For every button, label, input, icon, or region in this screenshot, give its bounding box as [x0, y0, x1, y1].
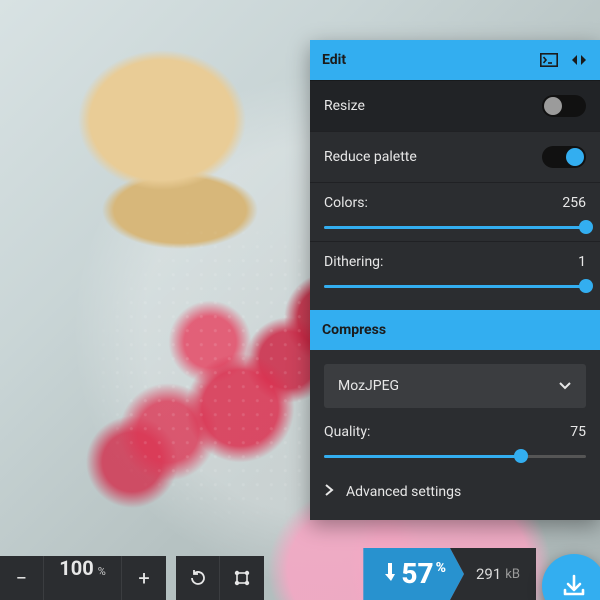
advanced-settings-label: Advanced settings — [346, 484, 461, 500]
quality-slider[interactable] — [324, 448, 586, 464]
output-size-unit: kB — [505, 567, 520, 582]
chevron-down-icon — [558, 379, 572, 395]
zoom-value: 100 — [59, 556, 93, 580]
size-delta-value: 57 — [401, 560, 433, 588]
output-size-value: 291 — [476, 565, 501, 583]
quality-label: Quality: — [324, 424, 370, 440]
edit-title: Edit — [322, 52, 346, 68]
resize-row: Resize — [310, 80, 600, 131]
resize-label: Resize — [324, 98, 365, 114]
result-bar: 57 % 291 kB — [363, 548, 600, 600]
colors-slider[interactable] — [324, 219, 586, 235]
transform-button[interactable] — [220, 556, 264, 600]
compare-icon[interactable] — [570, 53, 588, 67]
terminal-icon[interactable] — [540, 53, 558, 67]
colors-slider-row: Colors: 256 — [310, 182, 600, 241]
zoom-out-button[interactable]: − — [0, 556, 44, 600]
rotate-button[interactable] — [176, 556, 220, 600]
colors-value: 256 — [562, 195, 586, 211]
quality-value: 75 — [570, 424, 586, 440]
size-delta-chip: 57 % — [363, 548, 464, 600]
reduce-palette-toggle[interactable] — [542, 146, 586, 168]
dithering-label: Dithering: — [324, 254, 383, 270]
reduce-palette-row: Reduce palette — [310, 131, 600, 182]
dithering-slider-row: Dithering: 1 — [310, 241, 600, 310]
compress-section-header: Compress — [310, 310, 600, 350]
colors-label: Colors: — [324, 195, 368, 211]
compress-title: Compress — [322, 322, 386, 338]
zoom-toolbar: − 100 % + — [0, 556, 264, 600]
quality-slider-row: Quality: 75 — [310, 422, 600, 470]
dithering-value: 1 — [578, 254, 586, 270]
size-delta-unit: % — [436, 560, 446, 576]
encoder-select[interactable]: MozJPEG — [324, 364, 586, 408]
arrow-down-icon — [385, 563, 397, 585]
encoder-value: MozJPEG — [338, 378, 399, 394]
dithering-slider[interactable] — [324, 278, 586, 294]
options-panel: Edit Resize — [310, 40, 600, 520]
advanced-settings-toggle[interactable]: Advanced settings — [310, 470, 600, 516]
zoom-unit: % — [98, 565, 106, 578]
edit-section-header: Edit — [310, 40, 600, 80]
chevron-right-icon — [324, 484, 334, 500]
resize-toggle[interactable] — [542, 95, 586, 117]
zoom-level-button[interactable]: 100 % — [44, 556, 122, 600]
download-button[interactable] — [542, 554, 600, 600]
reduce-palette-label: Reduce palette — [324, 149, 417, 165]
zoom-in-button[interactable]: + — [122, 556, 166, 600]
